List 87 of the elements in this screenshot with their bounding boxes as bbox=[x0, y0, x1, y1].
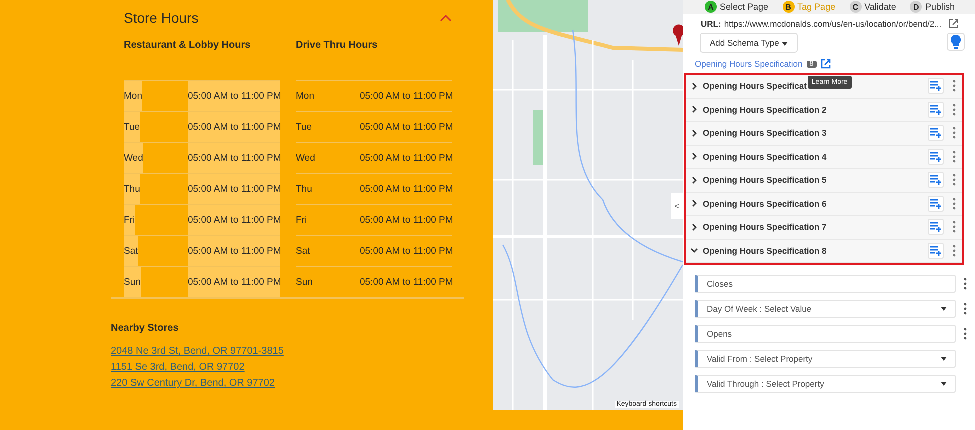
more-icon[interactable] bbox=[953, 174, 956, 186]
schema-item-label[interactable]: Opening Hours Specificat bbox=[703, 81, 807, 92]
hours-cell: 05:00 AM to 11:00 PM bbox=[188, 267, 280, 297]
chevron-icon[interactable] bbox=[691, 130, 698, 137]
day-cell-text: Fri bbox=[296, 214, 308, 228]
caret-icon bbox=[941, 382, 947, 386]
lightbulb-button[interactable] bbox=[947, 33, 965, 51]
external-link-icon[interactable] bbox=[820, 59, 831, 69]
hours-cell-text: 05:00 AM to 11:00 PM bbox=[360, 90, 452, 104]
column-heading: Drive Thru Hours bbox=[296, 40, 379, 53]
property-select[interactable]: Valid From : Select Property bbox=[695, 350, 956, 368]
more-icon[interactable] bbox=[953, 198, 956, 210]
day-cell-text: Wed bbox=[296, 152, 316, 166]
section-title: Store Hours bbox=[124, 10, 199, 26]
day-cell: Mon bbox=[124, 81, 142, 111]
schema-link[interactable]: Opening Hours Specification bbox=[695, 59, 803, 69]
add-property-button[interactable] bbox=[928, 148, 944, 165]
store-link[interactable]: 1151 Se 3rd, Bend, OR 97702 bbox=[111, 362, 245, 373]
step-badge: B bbox=[782, 1, 795, 13]
more-icon[interactable] bbox=[953, 80, 956, 92]
day-cell: Fri bbox=[124, 205, 136, 235]
more-icon[interactable] bbox=[964, 303, 967, 315]
external-link-icon[interactable] bbox=[948, 19, 959, 29]
property-select[interactable]: Valid Through : Select Property bbox=[695, 375, 956, 393]
chevron-icon[interactable] bbox=[691, 82, 698, 90]
more-icon[interactable] bbox=[953, 104, 956, 116]
hours-cell: 05:00 AM to 11:00 PM bbox=[188, 81, 280, 111]
day-cell: Sat bbox=[124, 236, 138, 266]
add-property-button[interactable] bbox=[928, 125, 944, 142]
property-field[interactable]: Closes bbox=[695, 275, 956, 293]
add-property-button[interactable] bbox=[928, 78, 944, 94]
hours-cell: 05:00 AM to 11:00 PM bbox=[188, 205, 280, 235]
more-icon[interactable] bbox=[953, 150, 956, 163]
chevron-icon[interactable] bbox=[691, 176, 698, 184]
step-badge: A bbox=[705, 1, 717, 13]
more-icon[interactable] bbox=[964, 278, 967, 290]
add-property-button[interactable] bbox=[928, 172, 944, 188]
day-cell: Wed bbox=[124, 143, 144, 173]
step-label[interactable]: Select Page bbox=[720, 2, 769, 12]
caret-icon bbox=[941, 307, 947, 311]
hours-cell: 05:00 AM to 11:00 PM bbox=[188, 143, 280, 173]
day-cell: Sun bbox=[124, 267, 141, 297]
hours-cell-text: 05:00 AM to 11:00 PM bbox=[360, 214, 452, 228]
chevron-icon[interactable] bbox=[691, 200, 698, 208]
store-link[interactable]: 220 Sw Century Dr, Bend, OR 97702 bbox=[111, 378, 275, 389]
url-text: https://www.mcdonalds.com/us/en-us/location/or/bend/2... bbox=[724, 19, 942, 29]
hours-cell: 05:00 AM to 11:00 PM bbox=[188, 112, 280, 142]
hours-cell-text: 05:00 AM to 11:00 PM bbox=[360, 276, 452, 290]
section-title: Nearby Stores bbox=[111, 323, 180, 334]
add-schema-type-button[interactable]: Add Schema Type bbox=[700, 33, 798, 53]
collapse-button[interactable]: < bbox=[671, 193, 683, 219]
more-icon[interactable] bbox=[953, 127, 956, 140]
step-label[interactable]: Validate bbox=[864, 2, 896, 12]
day-cell-text: Tue bbox=[296, 120, 312, 134]
caret-icon bbox=[941, 357, 947, 361]
property-select[interactable]: Day Of Week : Select Value bbox=[695, 300, 956, 318]
hours-cell-text: 05:00 AM to 11:00 PM bbox=[360, 120, 452, 134]
step-badge: D bbox=[910, 1, 922, 13]
day-cell-text: Thu bbox=[296, 182, 312, 196]
add-property-button[interactable] bbox=[928, 196, 944, 212]
hours-cell: 05:00 AM to 11:00 PM bbox=[188, 236, 280, 266]
add-property-button[interactable] bbox=[928, 102, 944, 118]
day-cell-text: Mon bbox=[296, 90, 314, 104]
chevron-icon[interactable] bbox=[691, 247, 698, 254]
url-label: URL: bbox=[701, 19, 722, 29]
step-badge: C bbox=[850, 1, 862, 13]
day-cell: Tue bbox=[124, 112, 140, 142]
more-icon[interactable] bbox=[964, 328, 967, 340]
add-property-button[interactable] bbox=[928, 219, 944, 236]
day-cell-text: Sat bbox=[296, 244, 310, 258]
day-cell: Thu bbox=[124, 174, 140, 204]
more-icon[interactable] bbox=[953, 244, 956, 257]
store-link[interactable]: 2048 Ne 3rd St, Bend, OR 97701-3815 bbox=[111, 346, 284, 357]
chevron-icon[interactable] bbox=[691, 153, 698, 160]
chevron-icon[interactable] bbox=[691, 224, 698, 231]
chevron-icon[interactable] bbox=[691, 106, 698, 114]
day-cell-text: Sun bbox=[296, 276, 313, 290]
step-label[interactable]: Publish bbox=[925, 2, 955, 12]
hours-cell-text: 05:00 AM to 11:00 PM bbox=[360, 182, 452, 196]
hours-cell-text: 05:00 AM to 11:00 PM bbox=[360, 244, 452, 258]
column-heading: Restaurant & Lobby Hours bbox=[124, 40, 252, 53]
more-icon[interactable] bbox=[953, 221, 956, 234]
caret-icon bbox=[782, 42, 788, 46]
property-field[interactable]: Opens bbox=[695, 325, 956, 343]
hours-cell: 05:00 AM to 11:00 PM bbox=[188, 174, 280, 204]
add-property-button[interactable] bbox=[928, 242, 944, 259]
hours-cell-text: 05:00 AM to 11:00 PM bbox=[360, 152, 452, 166]
